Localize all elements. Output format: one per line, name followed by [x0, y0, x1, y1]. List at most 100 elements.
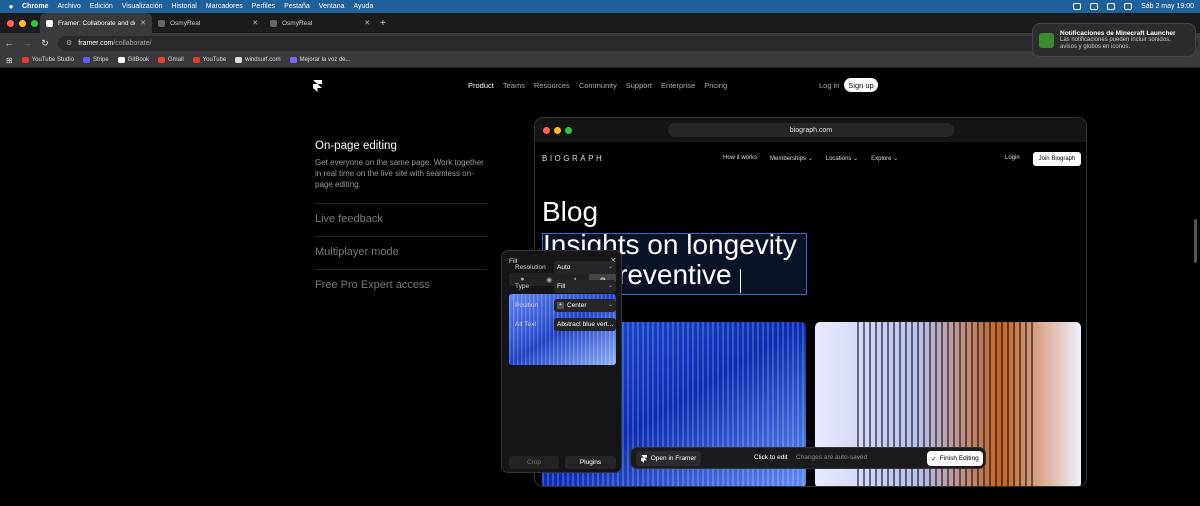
menu-ventana[interactable]: Ventana [319, 3, 345, 10]
nav-support[interactable]: Support [626, 81, 652, 90]
url-domain: framer.com [78, 39, 114, 47]
close-tab-icon[interactable]: ✕ [364, 19, 370, 27]
menubar-datetime[interactable]: Sáb 2 may 19:00 [1141, 3, 1194, 10]
bookmark-label: GitBook [127, 57, 149, 63]
type-select[interactable]: Fill ⌄ [554, 279, 616, 293]
nav-pricing[interactable]: Pricing [704, 81, 727, 90]
notification-body: Las notificaciones pueden incluir sonido… [1060, 37, 1171, 50]
menu-ayuda[interactable]: Ayuda [354, 3, 374, 10]
bookmark-label: YouTube Studio [31, 57, 74, 63]
resolution-label: Resolution [515, 263, 546, 271]
biograph-nav: BIOGRAPH How it works Memberships ⌄ Loca… [535, 152, 1086, 167]
site-settings-icon[interactable]: ⚙ [66, 39, 72, 47]
feature-free-pro-expert[interactable]: Free Pro Expert access [315, 279, 430, 291]
new-tab-icon[interactable]: + [380, 18, 386, 29]
resolution-row: Resolution Auto ⌄ [515, 260, 618, 274]
framer-favicon-icon [46, 19, 53, 27]
finish-editing-label: Finish Editing [939, 455, 979, 462]
demo-url-bar: biograph.com [668, 123, 954, 137]
tab-framer[interactable]: Framer: Collaborate and desi ✕ [40, 13, 152, 33]
plugins-button[interactable]: Plugins [565, 456, 616, 469]
forward-arrow-icon[interactable]: → [18, 38, 36, 48]
youtube-icon [192, 57, 200, 63]
menu-perfiles[interactable]: Perfiles [252, 3, 275, 10]
close-window-button[interactable] [7, 19, 14, 27]
apple-icon[interactable]: ● [0, 2, 22, 11]
window-controls [0, 19, 40, 27]
menu-historial[interactable]: Historial [172, 3, 197, 10]
signup-button[interactable]: Sign up [844, 78, 878, 92]
feature-description: Get everyone on the same page. Work toge… [315, 158, 484, 189]
alt-text-input[interactable]: Abstract blue vert... [554, 317, 616, 331]
tab-osmyreal-1[interactable]: OsmyReal ✕ [152, 13, 264, 33]
reload-icon[interactable]: ↻ [36, 38, 54, 49]
biograph-login[interactable]: Login [1005, 155, 1020, 161]
url-path: /collaborate/ [113, 39, 152, 47]
biograph-nav-memberships[interactable]: Memberships ⌄ [770, 155, 813, 162]
bookmark-youtube-studio[interactable]: YouTube Studio [21, 57, 74, 63]
biograph-nav-explore[interactable]: Explore ⌄ [871, 155, 898, 162]
position-anchor-icon: + [557, 301, 564, 309]
crop-button[interactable]: Crop [509, 456, 559, 469]
bookmark-gmail[interactable]: Gmail [158, 57, 184, 63]
gmail-icon [158, 57, 165, 63]
menu-archivo[interactable]: Archivo [57, 3, 80, 10]
feature-title-active[interactable]: On-page editing [315, 140, 397, 152]
bookmark-mejorar-voz[interactable]: Mejorar la voz de... [289, 57, 351, 63]
biograph-nav-how[interactable]: How it works [723, 155, 757, 162]
page-scrollbar[interactable] [1194, 219, 1197, 263]
join-biograph-button[interactable]: Join Biograph [1033, 152, 1081, 166]
menu-pestana[interactable]: Pestaña [284, 3, 310, 10]
divider [315, 203, 487, 204]
biograph-logo[interactable]: BIOGRAPH [542, 154, 604, 163]
divider [315, 269, 487, 270]
position-select[interactable]: + Center ⌄ [554, 298, 616, 312]
control-center-icon[interactable] [1124, 3, 1133, 10]
zoom-window-button[interactable] [31, 19, 38, 27]
system-notification[interactable]: Notificaciones de Minecraft Launcher Las… [1032, 23, 1196, 57]
framer-logo-icon[interactable] [313, 80, 322, 92]
open-in-framer-button[interactable]: Open in Framer [636, 451, 701, 466]
nav-teams[interactable]: Teams [503, 81, 525, 90]
bookmark-youtube[interactable]: YouTube [192, 57, 226, 63]
menu-marcadores[interactable]: Marcadores [206, 3, 243, 10]
nav-community[interactable]: Community [579, 81, 617, 90]
nav-product[interactable]: Product [468, 81, 494, 90]
edit-toolbar: Open in Framer Click to edit Changes are… [630, 447, 986, 469]
feature-live-feedback[interactable]: Live feedback [315, 213, 383, 225]
url-bar[interactable]: ⚙ framer.com/collaborate/ [58, 35, 1198, 51]
bookmark-gitbook[interactable]: GitBook [117, 57, 149, 63]
autosaved-text: Changes are auto-saved [796, 454, 868, 461]
stripe-icon [82, 57, 90, 63]
back-arrow-icon[interactable]: ← [0, 38, 18, 48]
bookmarks-bar: ⊞ YouTube Studio Stripe GitBook Gmail Yo… [0, 53, 1200, 68]
nav-resources[interactable]: Resources [534, 81, 570, 90]
menu-visualizacion[interactable]: Visualización [122, 3, 163, 10]
blog-title[interactable]: Blog [542, 196, 598, 228]
apps-grid-icon[interactable]: ⊞ [6, 56, 13, 65]
feature-multiplayer-mode[interactable]: Multiplayer mode [315, 246, 399, 258]
screen-icon[interactable] [1073, 3, 1082, 10]
biograph-nav-locations[interactable]: Locations ⌄ [826, 155, 858, 162]
resolution-select[interactable]: Auto ⌄ [554, 260, 616, 274]
close-tab-icon[interactable]: ✕ [140, 19, 146, 27]
close-tab-icon[interactable]: ✕ [252, 19, 258, 27]
finish-editing-button[interactable]: ✓ Finish Editing [927, 451, 983, 466]
chevron-down-icon: ⌄ [607, 282, 613, 289]
position-label: Position [515, 301, 539, 309]
minimize-window-button[interactable] [19, 19, 26, 27]
click-to-edit-text: Click to edit [754, 454, 788, 461]
login-link[interactable]: Log in [819, 81, 839, 90]
menu-chrome[interactable]: Chrome [22, 3, 48, 10]
browser-tabbar: Framer: Collaborate and desi ✕ OsmyReal … [0, 13, 1200, 33]
bookmark-stripe[interactable]: Stripe [82, 57, 109, 63]
nav-enterprise[interactable]: Enterprise [661, 81, 695, 90]
search-icon[interactable] [1107, 3, 1116, 10]
demo-close-light [543, 126, 550, 134]
menu-edicion[interactable]: Edición [90, 3, 113, 10]
tab-osmyreal-2[interactable]: OsmyReal ✕ [264, 13, 376, 33]
bookmark-windsurf[interactable]: windsurf.com [235, 57, 281, 63]
wifi-icon[interactable] [1090, 3, 1099, 10]
gitbook-icon [117, 57, 125, 63]
position-value: Center [567, 301, 587, 309]
